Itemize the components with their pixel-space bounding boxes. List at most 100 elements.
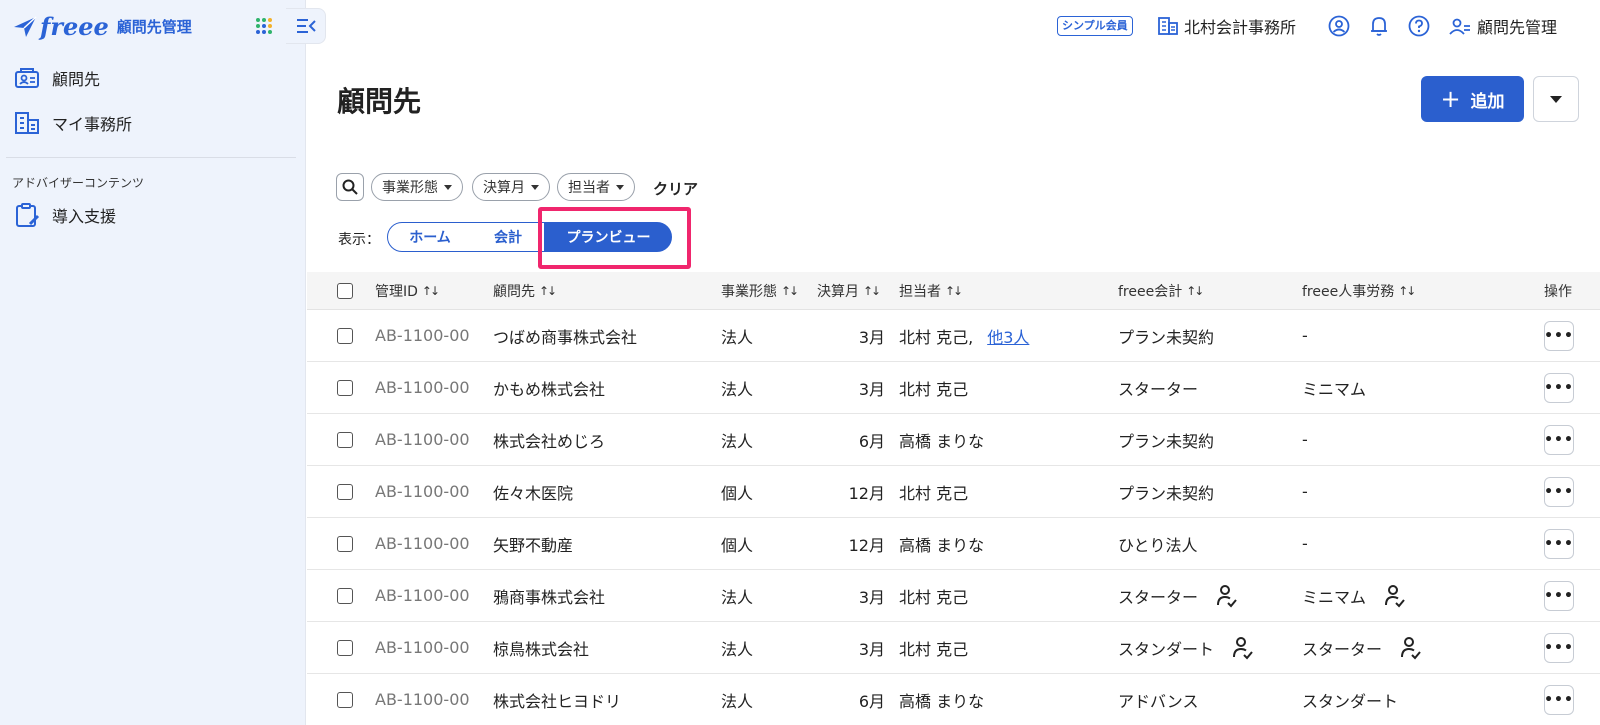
owner-name: 北村 克己 <box>899 483 969 503</box>
apps-grid-icon[interactable] <box>256 18 272 34</box>
row-checkbox[interactable] <box>337 535 353 552</box>
row-actions-cell: ••• <box>1544 362 1574 413</box>
row-more-button[interactable]: ••• <box>1544 580 1574 611</box>
table-row[interactable]: AB-1100-00 椋鳥株式会社 法人 3月 北村 克己 スタンダート スターター ••• <box>307 622 1600 674</box>
row-checkbox[interactable] <box>337 431 353 448</box>
row-more-button[interactable]: ••• <box>1544 424 1574 455</box>
filter-chip-closing-month[interactable]: 決算月 <box>472 173 550 201</box>
row-more-button[interactable]: ••• <box>1544 476 1574 507</box>
table-row[interactable]: AB-1100-00 鴉商事株式会社 法人 3月 北村 克己 スターター ミニマム ••• <box>307 570 1600 622</box>
filter-chip-business-type[interactable]: 事業形態 <box>371 173 463 201</box>
chip-label: 事業形態 <box>382 180 438 196</box>
row-checkbox[interactable] <box>337 379 353 396</box>
client-name[interactable]: かもめ株式会社 <box>493 362 605 413</box>
accounting-plan: プラン未契約 <box>1118 431 1215 451</box>
client-name[interactable]: 矢野不動産 <box>493 518 573 569</box>
table-row[interactable]: AB-1100-00 かもめ株式会社 法人 3月 北村 克己 スターター ミニマム ••• <box>307 362 1600 414</box>
sort-icon: ↑↓ <box>421 283 440 298</box>
owner-name: 高橋 まりな <box>899 691 985 711</box>
client-name[interactable]: 椋鳥株式会社 <box>493 622 589 673</box>
header-month[interactable]: 決算月 ↑↓ <box>817 272 895 309</box>
accounting-plan-cell: スターター <box>1118 570 1238 621</box>
caret-down-icon <box>1550 95 1562 103</box>
sidebar-section-label: アドバイザーコンテンツ <box>12 176 145 190</box>
header-owner[interactable]: 担当者 ↑↓ <box>899 272 963 309</box>
search-button[interactable] <box>336 173 364 201</box>
row-more-button[interactable]: ••• <box>1544 528 1574 559</box>
row-more-button[interactable]: ••• <box>1544 684 1574 715</box>
account-circle-icon[interactable] <box>1328 15 1350 37</box>
header-label: 担当者 <box>899 283 941 300</box>
accounting-plan-cell: ひとり法人 <box>1118 518 1198 569</box>
add-client-button[interactable]: + 追加 <box>1421 76 1524 122</box>
row-checkbox[interactable] <box>337 587 353 604</box>
owner-cell: 北村 克己, 他3人 <box>899 310 1029 361</box>
sidebar-item-my-office[interactable]: マイ事務所 <box>14 107 132 139</box>
row-checkbox[interactable] <box>337 483 353 500</box>
header-name[interactable]: 顧問先 ↑↓ <box>493 272 557 309</box>
header-label: freee会計 <box>1118 283 1183 300</box>
table-row[interactable]: AB-1100-00 株式会社ヒヨドリ 法人 6月 高橋 まりな アドバンス スタンダート •… <box>307 674 1600 725</box>
table-row[interactable]: AB-1100-00 株式会社めじろ 法人 6月 高橋 まりな プラン未契約 - ••• <box>307 414 1600 466</box>
row-more-button[interactable]: ••• <box>1544 372 1574 403</box>
office-switcher[interactable]: 北村会計事務所 <box>1158 14 1296 38</box>
person-check-icon <box>1400 636 1422 660</box>
business-type: 法人 <box>721 379 754 399</box>
table-row[interactable]: AB-1100-00 矢野不動産 個人 12月 高橋 まりな ひとり法人 - ••• <box>307 518 1600 570</box>
add-options-dropdown-button[interactable] <box>1533 76 1579 122</box>
closing-month: 12月 <box>848 535 885 555</box>
hr-plan: ミニマム <box>1302 379 1367 399</box>
select-all-checkbox[interactable] <box>337 282 353 299</box>
row-checkbox[interactable] <box>337 639 353 656</box>
row-more-button[interactable]: ••• <box>1544 632 1574 663</box>
user-switch-menu[interactable]: 顧問先管理 <box>1449 14 1557 38</box>
table-row[interactable]: AB-1100-00 つばめ商事株式会社 法人 3月 北村 克己, 他3人 プラン未契約 - •… <box>307 310 1600 362</box>
row-actions-cell: ••• <box>1544 310 1574 361</box>
header-label: 管理ID <box>375 283 418 300</box>
client-name[interactable]: 株式会社めじろ <box>493 414 605 465</box>
header-id[interactable]: 管理ID ↑↓ <box>375 272 440 309</box>
row-checkbox[interactable] <box>337 327 353 344</box>
sort-icon: ↑↓ <box>863 283 881 298</box>
owner-cell: 高橋 まりな <box>899 518 984 569</box>
brand[interactable]: freee 顧問先管理 <box>12 8 192 44</box>
client-id: AB-1100-00 <box>375 690 470 709</box>
hr-plan: - <box>1302 534 1308 553</box>
table-row[interactable]: AB-1100-00 佐々木医院 個人 12月 北村 克己 プラン未契約 - ••• <box>307 466 1600 518</box>
header-type[interactable]: 事業形態 ↑↓ <box>721 272 799 309</box>
closing-month: 3月 <box>858 639 885 659</box>
filter-chip-owner[interactable]: 担当者 <box>557 173 635 201</box>
client-name[interactable]: 鴉商事株式会社 <box>493 570 605 621</box>
app-name: 顧問先管理 <box>116 17 192 36</box>
clients-table: 管理ID ↑↓ 顧問先 ↑↓ 事業形態 ↑↓ 決算月 ↑↓ 担当者 ↑↓ freee会計 ↑… <box>307 272 1600 725</box>
view-tab-accounting[interactable]: 会計 <box>472 222 545 252</box>
row-checkbox[interactable] <box>337 691 353 708</box>
owner-name: 高橋 まりな <box>899 535 985 555</box>
sidebar-item-clients[interactable]: 顧問先 <box>14 62 100 94</box>
sidebar-item-label: 顧問先 <box>52 70 101 89</box>
top-bar: シンプル会員 北村会計事務所 顧問先管理 <box>306 0 1600 52</box>
user-switch-icon <box>1449 18 1470 35</box>
clear-filters-link[interactable]: クリア <box>653 178 698 199</box>
sidebar-item-onboarding[interactable]: 導入支援 <box>14 199 116 231</box>
row-actions-cell: ••• <box>1544 570 1574 621</box>
row-actions-cell: ••• <box>1544 414 1574 465</box>
sort-icon: ↑↓ <box>781 283 799 298</box>
view-tab-home[interactable]: ホーム <box>387 222 473 252</box>
client-name[interactable]: 株式会社ヒヨドリ <box>493 674 621 725</box>
hr-plan: - <box>1302 326 1308 345</box>
bell-icon[interactable] <box>1368 15 1390 37</box>
client-name[interactable]: 佐々木医院 <box>493 466 573 517</box>
owner-name: 高橋 まりな <box>899 431 985 451</box>
sort-icon: ↑↓ <box>945 283 963 298</box>
header-hr[interactable]: freee人事労務 ↑↓ <box>1302 272 1416 309</box>
help-icon[interactable] <box>1408 15 1430 37</box>
more-owners-link[interactable]: 他3人 <box>987 324 1029 348</box>
header-accounting[interactable]: freee会計 ↑↓ <box>1118 272 1204 309</box>
row-actions-cell: ••• <box>1544 674 1574 725</box>
hr-plan: ミニマム <box>1302 587 1367 607</box>
view-tab-plan-view[interactable]: プランビュー <box>545 222 672 252</box>
plus-icon: + <box>1440 85 1461 113</box>
row-more-button[interactable]: ••• <box>1544 320 1574 351</box>
client-name[interactable]: つばめ商事株式会社 <box>493 310 637 361</box>
